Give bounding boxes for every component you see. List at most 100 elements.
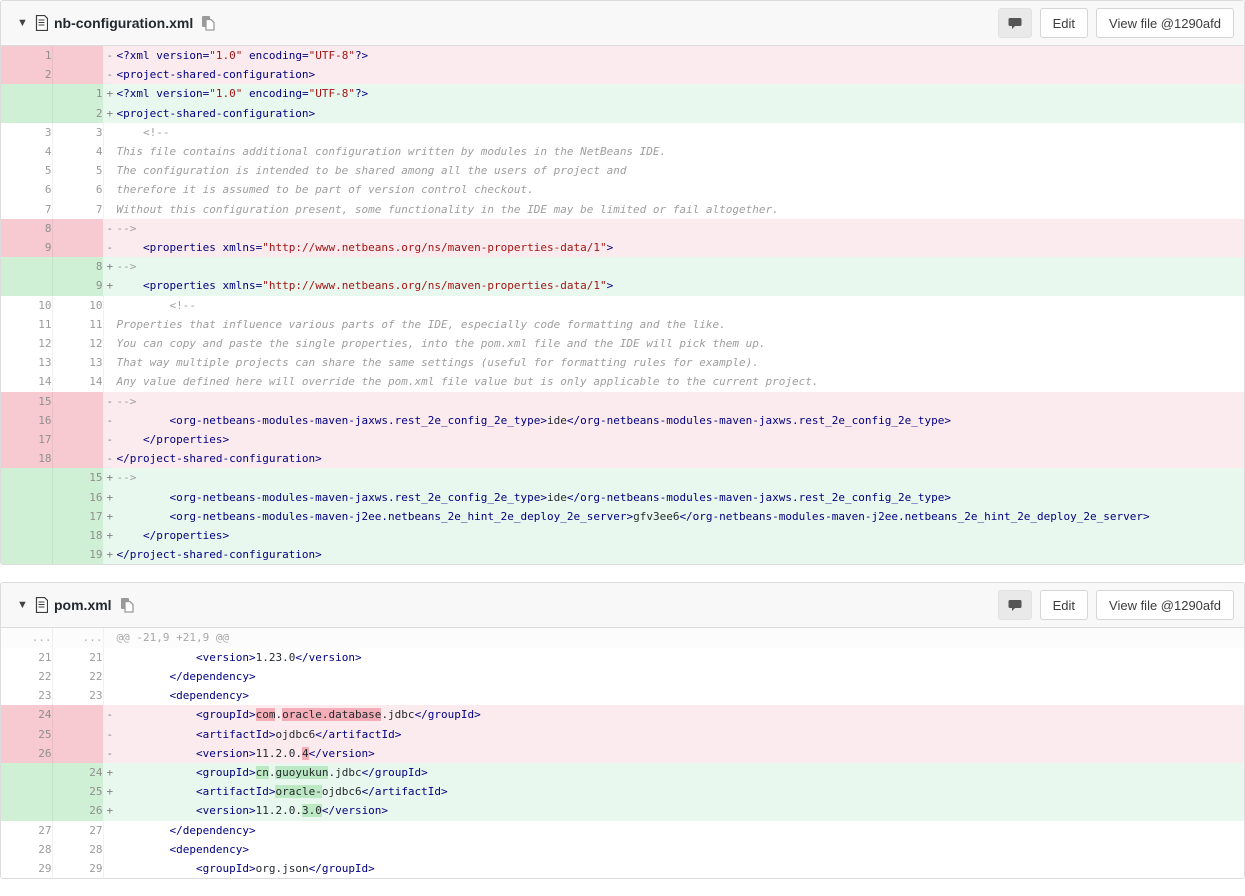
copy-file-name-icon[interactable] (120, 597, 135, 613)
new-line-number[interactable]: 27 (52, 821, 103, 840)
diff-sign: - (104, 65, 117, 84)
new-line-number[interactable]: 8 (52, 257, 103, 276)
old-line-number[interactable]: 9 (1, 238, 52, 257)
old-line-number[interactable]: 14 (1, 372, 52, 391)
new-line-number[interactable]: 23 (52, 686, 103, 705)
view-file-button[interactable]: View file @1290afd (1096, 590, 1234, 620)
old-line-number[interactable]: 22 (1, 667, 52, 686)
diff-sign: - (104, 238, 117, 257)
old-line-number[interactable] (1, 545, 52, 564)
diff-row: 2828 <dependency> (1, 840, 1244, 859)
new-line-number[interactable]: 21 (52, 648, 103, 667)
old-line-number[interactable]: 21 (1, 648, 52, 667)
new-line-number[interactable]: 28 (52, 840, 103, 859)
new-line-number[interactable]: 6 (52, 180, 103, 199)
new-line-number[interactable]: 14 (52, 372, 103, 391)
file-comment-button[interactable] (998, 590, 1032, 620)
old-line-number[interactable]: 10 (1, 296, 52, 315)
code-cell: + </properties> (103, 526, 1244, 545)
new-line-number[interactable]: 19 (52, 545, 103, 564)
collapse-chevron-icon[interactable]: ▼ (17, 17, 35, 29)
new-line-number[interactable]: 10 (52, 296, 103, 315)
new-line-number[interactable] (52, 744, 103, 763)
new-line-number[interactable]: 12 (52, 334, 103, 353)
old-line-number[interactable]: 5 (1, 161, 52, 180)
new-line-number[interactable]: 16 (52, 488, 103, 507)
new-line-number[interactable]: 24 (52, 763, 103, 782)
new-line-number[interactable]: 7 (52, 200, 103, 219)
old-line-number[interactable]: 17 (1, 430, 52, 449)
old-line-number[interactable]: 24 (1, 705, 52, 724)
old-line-number[interactable]: 18 (1, 449, 52, 468)
edit-file-button[interactable]: Edit (1040, 590, 1088, 620)
new-line-number[interactable] (52, 449, 103, 468)
old-line-number[interactable] (1, 782, 52, 801)
code-segment (117, 747, 196, 760)
old-line-number[interactable]: 29 (1, 859, 52, 878)
new-line-number[interactable] (52, 65, 103, 84)
old-line-number[interactable] (1, 104, 52, 123)
new-line-number[interactable] (52, 705, 103, 724)
new-line-number[interactable]: 26 (52, 801, 103, 820)
old-line-number[interactable]: 13 (1, 353, 52, 372)
old-line-number[interactable]: 4 (1, 142, 52, 161)
old-line-number[interactable]: 2 (1, 65, 52, 84)
old-line-number[interactable]: 15 (1, 392, 52, 411)
new-line-number[interactable]: 17 (52, 507, 103, 526)
old-line-number[interactable]: 25 (1, 725, 52, 744)
new-line-number[interactable]: 22 (52, 667, 103, 686)
new-line-number[interactable] (52, 219, 103, 238)
edit-file-button[interactable]: Edit (1040, 8, 1088, 38)
old-line-number[interactable]: 1 (1, 46, 52, 65)
old-line-number[interactable]: 7 (1, 200, 52, 219)
new-line-number[interactable]: ... (52, 628, 103, 647)
old-line-number[interactable] (1, 257, 52, 276)
new-line-number[interactable] (52, 238, 103, 257)
new-line-number[interactable]: 4 (52, 142, 103, 161)
old-line-number[interactable]: 6 (1, 180, 52, 199)
old-line-number[interactable] (1, 526, 52, 545)
new-line-number[interactable]: 3 (52, 123, 103, 142)
old-line-number[interactable] (1, 84, 52, 103)
diff-sign (104, 840, 117, 859)
old-line-number[interactable] (1, 507, 52, 526)
new-line-number[interactable]: 15 (52, 468, 103, 487)
new-line-number[interactable]: 18 (52, 526, 103, 545)
new-line-number[interactable]: 29 (52, 859, 103, 878)
old-line-number[interactable]: 26 (1, 744, 52, 763)
old-line-number[interactable] (1, 468, 52, 487)
new-line-number[interactable]: 2 (52, 104, 103, 123)
file-comment-button[interactable] (998, 8, 1032, 38)
code-cell: Without this configuration present, some… (103, 200, 1244, 219)
code-segment: @@ -21,9 +21,9 @@ (117, 631, 230, 644)
view-file-button[interactable]: View file @1290afd (1096, 8, 1234, 38)
new-line-number[interactable] (52, 430, 103, 449)
new-line-number[interactable]: 5 (52, 161, 103, 180)
copy-file-name-icon[interactable] (201, 15, 216, 31)
old-line-number[interactable]: ... (1, 628, 52, 647)
new-line-number[interactable] (52, 46, 103, 65)
new-line-number[interactable]: 25 (52, 782, 103, 801)
new-line-number[interactable]: 11 (52, 315, 103, 334)
old-line-number[interactable]: 11 (1, 315, 52, 334)
old-line-number[interactable]: 12 (1, 334, 52, 353)
old-line-number[interactable]: 3 (1, 123, 52, 142)
old-line-number[interactable]: 23 (1, 686, 52, 705)
new-line-number[interactable] (52, 725, 103, 744)
new-line-number[interactable]: 1 (52, 84, 103, 103)
new-line-number[interactable] (52, 392, 103, 411)
old-line-number[interactable] (1, 276, 52, 295)
new-line-number[interactable] (52, 411, 103, 430)
old-line-number[interactable]: 16 (1, 411, 52, 430)
old-line-number[interactable]: 28 (1, 840, 52, 859)
collapse-chevron-icon[interactable]: ▼ (17, 599, 35, 611)
new-line-number[interactable]: 13 (52, 353, 103, 372)
diff-sign (104, 142, 117, 161)
old-line-number[interactable]: 27 (1, 821, 52, 840)
old-line-number[interactable] (1, 488, 52, 507)
old-line-number[interactable]: 8 (1, 219, 52, 238)
old-line-number[interactable] (1, 801, 52, 820)
old-line-number[interactable] (1, 763, 52, 782)
new-line-number[interactable]: 9 (52, 276, 103, 295)
code-segment: </artifactId> (362, 785, 448, 798)
